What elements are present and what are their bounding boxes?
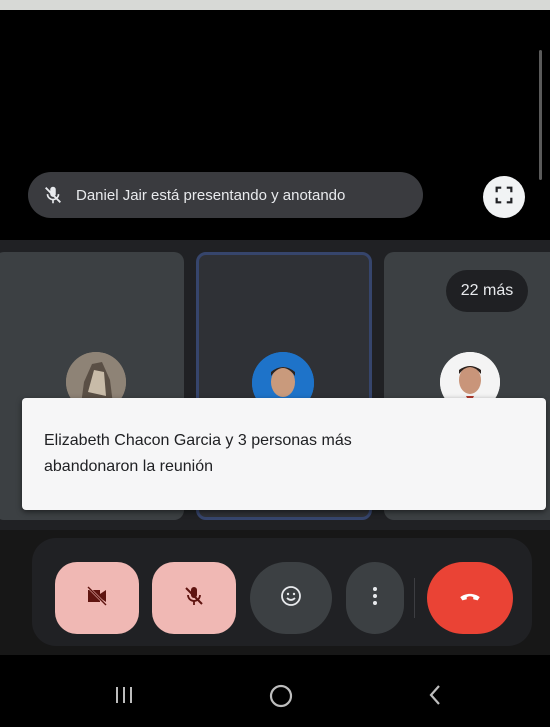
left-meeting-toast: Elizabeth Chacon Garcia y 3 personas más…	[22, 398, 546, 510]
emoji-icon	[279, 584, 303, 613]
mic-off-icon	[42, 184, 64, 206]
back-button[interactable]	[424, 683, 448, 712]
microphone-toggle-button[interactable]	[152, 562, 236, 634]
more-options-button[interactable]	[346, 562, 404, 634]
toast-line-2: abandonaron la reunión	[44, 458, 214, 475]
call-end-icon	[457, 583, 483, 614]
back-icon	[424, 683, 448, 712]
end-call-button[interactable]	[427, 562, 513, 634]
presenter-banner: Daniel Jair está presentando y anotando	[28, 172, 423, 218]
home-icon	[268, 683, 294, 714]
more-vert-icon	[363, 584, 387, 613]
camera-toggle-button[interactable]	[55, 562, 139, 634]
camera-off-icon	[85, 584, 109, 613]
presentation-scrollbar[interactable]	[539, 50, 542, 180]
meet-call-screen: Daniel Jair está presentando y anotando	[0, 0, 550, 727]
fullscreen-button[interactable]	[483, 176, 525, 218]
more-participants-badge[interactable]: 22 más	[446, 270, 528, 312]
reactions-button[interactable]	[250, 562, 332, 634]
mic-off-icon	[182, 584, 206, 613]
status-bar	[0, 0, 550, 10]
presenter-text: Daniel Jair está presentando y anotando	[76, 186, 346, 204]
control-divider	[414, 578, 415, 618]
fullscreen-icon	[493, 184, 515, 211]
recents-icon	[112, 683, 136, 712]
home-button[interactable]	[268, 683, 294, 714]
toast-line-1: Elizabeth Chacon Garcia y 3 personas más	[44, 432, 352, 449]
recents-button[interactable]	[112, 683, 136, 712]
